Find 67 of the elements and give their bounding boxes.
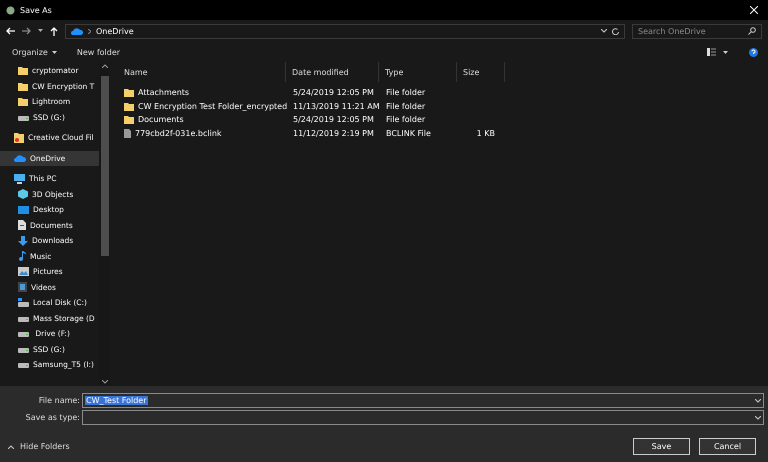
back-arrow-icon[interactable] bbox=[6, 27, 15, 35]
table-cell-text: File folder bbox=[385, 102, 426, 111]
table-cell-text: 11/12/2019 2:19 PM bbox=[292, 128, 375, 138]
file-name-cell[interactable]: Attachments bbox=[118, 88, 286, 98]
forward-arrow-icon[interactable] bbox=[22, 27, 31, 35]
scroll-down-icon[interactable] bbox=[102, 380, 108, 384]
save-button[interactable]: Save bbox=[633, 438, 690, 455]
caret-icon[interactable] bbox=[38, 29, 43, 33]
table-cell-text: 1 KB bbox=[476, 128, 496, 138]
picture-icon bbox=[18, 267, 29, 276]
table-cell-text: File folder bbox=[385, 88, 426, 98]
drive-icon bbox=[18, 314, 29, 322]
column-header[interactable]: Date modified bbox=[286, 62, 379, 82]
dropdown-icon[interactable] bbox=[755, 398, 761, 402]
window-title: Save As bbox=[20, 6, 52, 14]
new-folder-button[interactable]: New folder bbox=[76, 48, 120, 56]
dropdown-icon[interactable] bbox=[601, 29, 607, 33]
cloud-icon bbox=[14, 154, 26, 162]
caret-icon[interactable] bbox=[52, 50, 57, 54]
view-options-icon[interactable] bbox=[707, 48, 729, 56]
column-header[interactable]: Size bbox=[457, 62, 505, 82]
breadcrumb-item[interactable]: OneDrive bbox=[96, 26, 134, 36]
monitor-icon bbox=[14, 174, 25, 184]
table-cell-text: 11/13/2019 11:21 AM bbox=[292, 102, 379, 111]
table-cell-text: BCLINK File bbox=[385, 128, 432, 138]
drive-icon bbox=[18, 346, 29, 353]
cancel-button[interactable]: Cancel bbox=[699, 438, 756, 455]
file-icon bbox=[124, 128, 131, 138]
caret-icon bbox=[8, 444, 14, 448]
download-icon bbox=[18, 236, 28, 246]
app-icon bbox=[6, 6, 15, 14]
file-name-cell[interactable]: Documents bbox=[118, 115, 286, 124]
search-field[interactable]: Search OneDrive bbox=[632, 24, 762, 38]
document-icon bbox=[18, 220, 26, 230]
dropdown-icon[interactable] bbox=[755, 416, 761, 420]
cube-icon bbox=[18, 189, 28, 200]
chevron-icon bbox=[88, 28, 91, 34]
music-note-icon bbox=[18, 251, 26, 262]
table-cell-text: 5/24/2019 12:05 PM bbox=[292, 115, 375, 124]
hide-folders-button[interactable]: Hide Folders bbox=[8, 442, 70, 451]
scroll-up-icon[interactable] bbox=[102, 64, 108, 68]
film-icon bbox=[18, 282, 27, 292]
address-bar[interactable]: OneDrive bbox=[65, 24, 625, 38]
file-name-cell[interactable]: 779cbd2f-031e.bclink bbox=[118, 128, 286, 138]
help-icon[interactable] bbox=[749, 48, 758, 56]
drive-icon bbox=[18, 298, 29, 308]
cloud-icon bbox=[71, 28, 83, 34]
column-header[interactable]: Type bbox=[379, 62, 457, 82]
field-label: File name: bbox=[38, 396, 80, 405]
drive-icon bbox=[18, 114, 29, 121]
field-label: Save as type: bbox=[24, 413, 80, 422]
file-name-field[interactable]: CW_Test Folder bbox=[82, 393, 764, 408]
close-icon[interactable] bbox=[750, 6, 758, 14]
folder-icon bbox=[14, 132, 24, 144]
search-icon bbox=[748, 27, 756, 35]
drive-icon bbox=[18, 361, 29, 368]
column-header[interactable]: Name bbox=[118, 62, 286, 82]
table-cell-text: 5/24/2019 12:05 PM bbox=[292, 88, 375, 98]
up-arrow-icon[interactable] bbox=[50, 26, 58, 36]
table-cell-text: File folder bbox=[385, 115, 426, 124]
file-name-cell[interactable]: CW Encryption Test Folder_encrypted bbox=[118, 102, 286, 111]
refresh-icon[interactable] bbox=[612, 28, 619, 34]
save-type-dropdown[interactable] bbox=[82, 410, 764, 425]
organize-menu[interactable]: Organize bbox=[12, 48, 48, 56]
desktop-icon bbox=[18, 205, 29, 214]
scrollbar[interactable] bbox=[99, 62, 110, 386]
drive-icon bbox=[18, 330, 29, 338]
